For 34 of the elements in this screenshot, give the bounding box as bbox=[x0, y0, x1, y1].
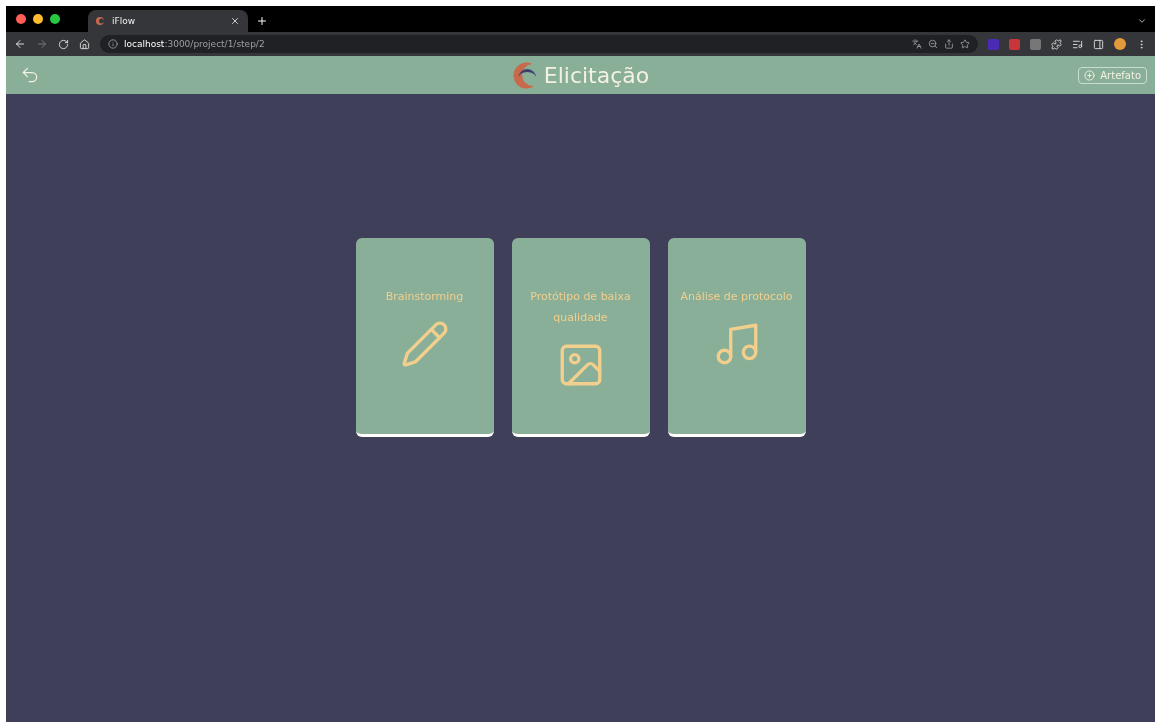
chevron-icon[interactable] bbox=[1137, 16, 1147, 26]
star-icon[interactable] bbox=[960, 39, 970, 49]
browser-tab[interactable]: iFlow bbox=[88, 10, 248, 32]
extensions-icon[interactable] bbox=[1051, 38, 1062, 50]
back-icon[interactable] bbox=[14, 38, 26, 50]
avatar-icon[interactable] bbox=[1114, 38, 1126, 50]
info-icon bbox=[108, 39, 118, 49]
add-icon bbox=[1084, 69, 1096, 81]
zoom-icon[interactable] bbox=[928, 39, 938, 49]
reload-icon[interactable] bbox=[58, 38, 69, 50]
card-title: Protótipo de baixa qualidade bbox=[529, 289, 632, 326]
logo-icon bbox=[511, 60, 538, 90]
card-title: Análise de protocolo bbox=[680, 289, 793, 305]
method-card[interactable]: Protótipo de baixa qualidade bbox=[511, 238, 650, 437]
share-icon[interactable] bbox=[944, 39, 954, 49]
home-icon[interactable] bbox=[79, 38, 90, 50]
media-icon[interactable] bbox=[1072, 38, 1083, 50]
method-card[interactable]: Brainstorming bbox=[355, 238, 494, 437]
maximize-dot[interactable] bbox=[50, 14, 60, 24]
card-title: Brainstorming bbox=[385, 289, 464, 305]
close-dot[interactable] bbox=[16, 14, 26, 24]
new-tab-icon[interactable] bbox=[256, 15, 268, 27]
page-title: Elicitação bbox=[543, 62, 650, 88]
side-panel-icon[interactable] bbox=[1093, 38, 1104, 50]
extension-icon[interactable] bbox=[1030, 38, 1041, 50]
minimize-dot[interactable] bbox=[33, 14, 43, 24]
address-field[interactable]: localhost:3000/project/1/step/2 bbox=[100, 35, 978, 53]
method-card[interactable]: Análise de protocolo bbox=[667, 238, 806, 437]
translate-icon[interactable] bbox=[912, 39, 922, 49]
url-text: localhost:3000/project/1/step/2 bbox=[124, 39, 265, 49]
close-icon[interactable] bbox=[230, 16, 240, 26]
artifact-button[interactable]: Artefato bbox=[1078, 66, 1147, 84]
tab-title: iFlow bbox=[112, 16, 137, 26]
logo-icon bbox=[96, 16, 104, 26]
